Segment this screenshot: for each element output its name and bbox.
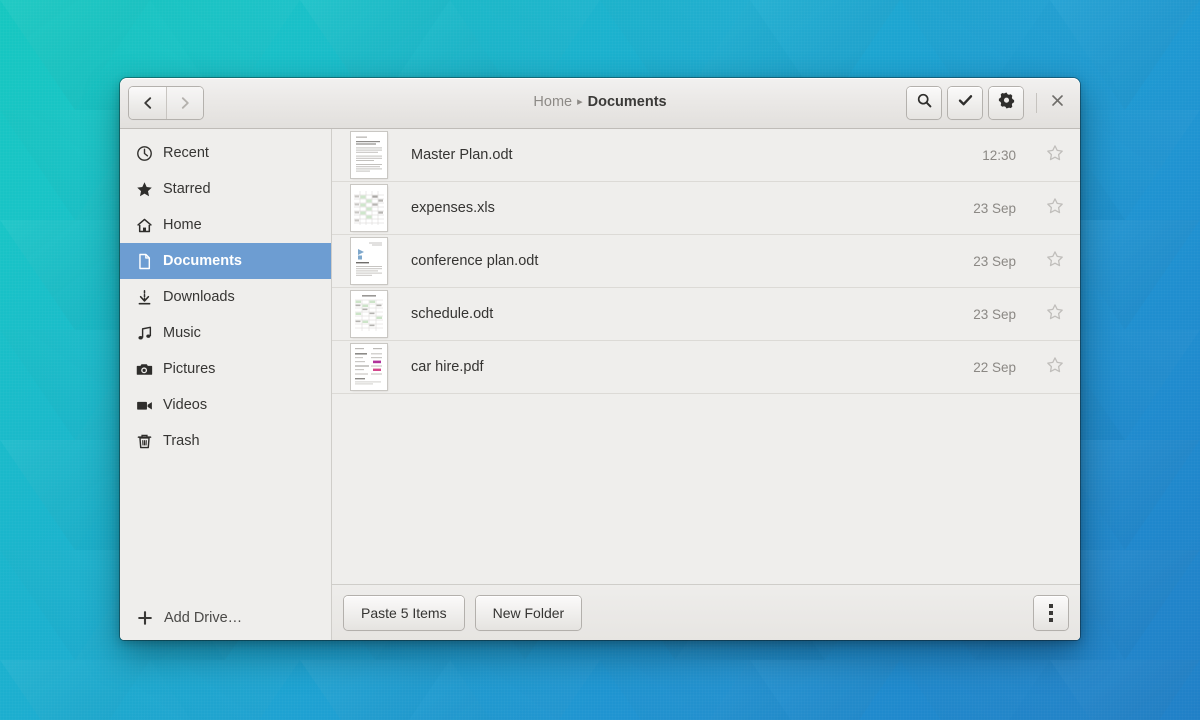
sidebar-item-label: Pictures <box>163 361 215 377</box>
clock-icon <box>134 145 154 162</box>
add-drive-label: Add Drive… <box>164 610 242 626</box>
home-icon <box>134 217 154 234</box>
file-time: 23 Sep <box>973 201 1038 216</box>
more-vertical-icon <box>1049 618 1053 622</box>
action-bar: Paste 5 Items New Folder <box>332 584 1080 640</box>
sidebar-item-label: Videos <box>163 397 207 413</box>
file-thumbnail <box>346 185 392 231</box>
star-outline-icon <box>1046 197 1064 220</box>
file-thumbnail <box>346 238 392 284</box>
file-name: car hire.pdf <box>392 359 973 375</box>
star-icon <box>134 181 154 198</box>
trash-icon <box>134 433 154 450</box>
sidebar-item-videos[interactable]: Videos <box>120 387 331 423</box>
forward-button[interactable] <box>166 87 203 119</box>
sidebar-item-label: Starred <box>163 181 211 197</box>
star-toggle[interactable] <box>1038 197 1080 220</box>
chevron-right-icon <box>177 95 193 111</box>
header-separator <box>1036 93 1037 113</box>
more-options-button[interactable] <box>1034 596 1068 630</box>
file-time: 23 Sep <box>973 254 1038 269</box>
star-outline-icon <box>1046 144 1064 167</box>
gear-icon <box>998 92 1015 114</box>
file-time: 23 Sep <box>973 307 1038 322</box>
sidebar-item-recent[interactable]: Recent <box>120 135 331 171</box>
camera-icon <box>134 361 154 378</box>
star-outline-icon <box>1046 250 1064 273</box>
chevron-left-icon <box>140 95 156 111</box>
star-outline-icon <box>1046 303 1064 326</box>
window-body: Recent Starred <box>120 129 1080 640</box>
file-time: 12:30 <box>982 148 1038 163</box>
document-icon <box>134 253 154 270</box>
sidebar-item-downloads[interactable]: Downloads <box>120 279 331 315</box>
navigation-button-group <box>129 87 203 119</box>
video-icon <box>134 397 154 414</box>
new-folder-button[interactable]: New Folder <box>476 596 582 630</box>
download-icon <box>134 289 154 306</box>
music-icon <box>134 325 154 342</box>
window-header-bar: Home▸Documents <box>120 78 1080 129</box>
settings-button[interactable] <box>989 87 1023 119</box>
paste-items-button[interactable]: Paste 5 Items <box>344 596 464 630</box>
table-row[interactable]: conference plan.odt 23 Sep <box>332 235 1080 288</box>
table-row[interactable]: expenses.xls 23 Sep <box>332 182 1080 235</box>
sidebar-item-pictures[interactable]: Pictures <box>120 351 331 387</box>
add-drive-button[interactable]: Add Drive… <box>120 596 331 640</box>
select-button[interactable] <box>948 87 982 119</box>
sidebar-item-music[interactable]: Music <box>120 315 331 351</box>
sidebar-item-home[interactable]: Home <box>120 207 331 243</box>
star-toggle[interactable] <box>1038 303 1080 326</box>
sidebar-item-trash[interactable]: Trash <box>120 423 331 459</box>
sidebar-item-documents[interactable]: Documents <box>120 243 331 279</box>
sidebar-item-label: Documents <box>163 253 242 269</box>
check-icon <box>957 92 974 114</box>
file-thumbnail <box>346 132 392 178</box>
file-thumbnail <box>346 291 392 337</box>
close-icon <box>1050 93 1065 113</box>
star-toggle[interactable] <box>1038 250 1080 273</box>
table-row[interactable]: car hire.pdf 22 Sep <box>332 341 1080 394</box>
star-toggle[interactable] <box>1038 356 1080 379</box>
search-icon <box>916 92 933 114</box>
sidebar-item-label: Downloads <box>163 289 235 305</box>
star-toggle[interactable] <box>1038 144 1080 167</box>
file-name: Master Plan.odt <box>392 147 982 163</box>
content-area: Master Plan.odt 12:30 <box>332 129 1080 640</box>
close-button[interactable] <box>1043 89 1071 117</box>
sidebar-item-label: Recent <box>163 145 209 161</box>
file-manager-window: Home▸Documents <box>120 78 1080 640</box>
file-name: expenses.xls <box>392 200 973 216</box>
back-button[interactable] <box>129 87 166 119</box>
star-outline-icon <box>1046 356 1064 379</box>
header-actions <box>900 87 1071 119</box>
plus-icon <box>135 610 155 626</box>
breadcrumb-separator-icon: ▸ <box>572 96 588 108</box>
file-name: conference plan.odt <box>392 253 973 269</box>
breadcrumb-home[interactable]: Home <box>533 94 572 110</box>
file-name: schedule.odt <box>392 306 973 322</box>
table-row[interactable]: Master Plan.odt 12:30 <box>332 129 1080 182</box>
file-time: 22 Sep <box>973 360 1038 375</box>
sidebar-item-label: Music <box>163 325 201 341</box>
table-row[interactable]: schedule.odt 23 Sep <box>332 288 1080 341</box>
sidebar-item-label: Trash <box>163 433 200 449</box>
sidebar: Recent Starred <box>120 129 332 640</box>
sidebar-item-starred[interactable]: Starred <box>120 171 331 207</box>
desktop: Home▸Documents <box>0 0 1200 720</box>
search-button[interactable] <box>907 87 941 119</box>
more-vertical-icon <box>1049 611 1053 615</box>
file-thumbnail <box>346 344 392 390</box>
more-vertical-icon <box>1049 604 1053 608</box>
file-list[interactable]: Master Plan.odt 12:30 <box>332 129 1080 584</box>
sidebar-spacer <box>120 459 331 596</box>
breadcrumb-current[interactable]: Documents <box>588 94 667 110</box>
sidebar-item-label: Home <box>163 217 202 233</box>
